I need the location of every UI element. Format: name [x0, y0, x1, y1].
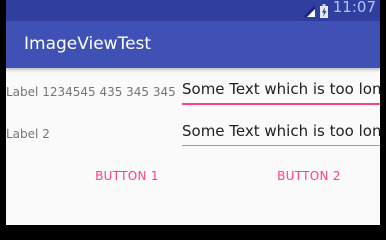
- signal-icon: [302, 4, 315, 17]
- button-2[interactable]: BUTTON 2: [254, 160, 364, 192]
- form-row-1: Label 1234545 435 345 345: [6, 76, 380, 108]
- app-screen: 11:07 ImageViewTest Label 1234545 435 34…: [6, 0, 380, 225]
- form-row-2: Label 2: [6, 118, 380, 150]
- text-field-2-underline: [182, 145, 380, 146]
- text-field-1[interactable]: [182, 76, 380, 102]
- text-field-2[interactable]: [182, 118, 380, 144]
- app-bar: ImageViewTest: [6, 21, 380, 68]
- label-2: Label 2: [6, 127, 50, 141]
- status-time: 11:07: [332, 0, 376, 16]
- text-field-2-container: [182, 118, 380, 150]
- label-1: Label 1234545 435 345 345: [6, 85, 176, 99]
- battery-icon: [319, 3, 328, 18]
- app-title: ImageViewTest: [24, 34, 152, 54]
- status-icons: 11:07: [302, 0, 376, 21]
- text-field-1-container: [182, 76, 380, 108]
- status-bar: 11:07: [6, 0, 380, 21]
- text-field-1-underline: [182, 103, 380, 105]
- button-1[interactable]: BUTTON 1: [72, 160, 182, 192]
